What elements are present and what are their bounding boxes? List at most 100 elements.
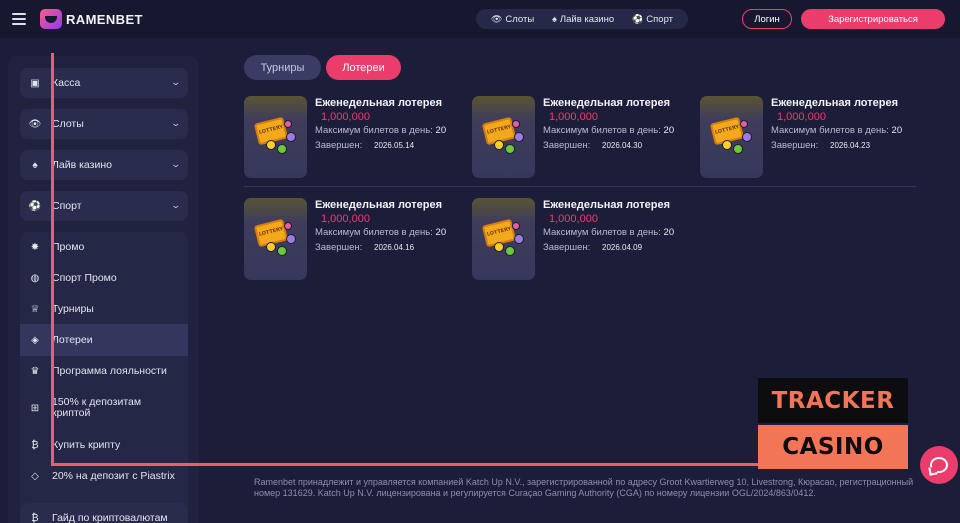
sidebar-item-buy-crypto[interactable]: ₿ Купить крипту: [20, 434, 188, 456]
login-button[interactable]: Логин: [742, 9, 792, 29]
sidebar-item-label: Гайд по криптовалютам: [52, 512, 168, 523]
gift-icon: ⊞: [30, 402, 40, 414]
lottery-ball-icon: [284, 222, 292, 230]
ticket-text: LOTTERY: [258, 226, 284, 238]
sidebar-item-promo[interactable]: ✸ Промо: [20, 236, 188, 258]
lottery-ball-icon: [266, 140, 276, 150]
menu-icon[interactable]: [12, 13, 26, 25]
chevron-down-icon: ⌄: [170, 200, 182, 210]
lottery-thumbnail[interactable]: LOTTERY: [472, 198, 535, 280]
sidebar-group-label: Касса: [52, 77, 81, 89]
lottery-ball-icon: [733, 144, 743, 154]
sidebar-item-label: Турниры: [52, 303, 94, 315]
lottery-ball-icon: [277, 246, 287, 256]
nav-slots[interactable]: 👁 Слоты: [491, 14, 534, 25]
chevron-down-icon: ⌄: [170, 118, 182, 128]
lottery-end-date: 2026.04.30: [602, 141, 643, 150]
sidebar-item-piastrix[interactable]: ◇ 20% на депозит с Piastrix: [20, 465, 188, 487]
lottery-end-date: 2026.04.16: [374, 243, 415, 252]
sidebar-group-label: Спорт: [52, 200, 82, 212]
lottery-end-date: 2026.04.09: [602, 243, 643, 252]
sidebar-item-label: Спорт Промо: [52, 272, 117, 284]
ramen-bowl-icon: [40, 9, 62, 29]
row-divider: [244, 186, 916, 187]
max-tickets-value: 20: [663, 125, 675, 136]
lottery-ball-icon: [722, 140, 732, 150]
lottery-thumbnail[interactable]: LOTTERY: [700, 96, 763, 178]
slots-icon: 👁: [490, 13, 503, 24]
top-header: RAMENBET 👁 Слоты ♠ Лайв казино ⚽ Спорт Л…: [0, 0, 960, 38]
register-button[interactable]: Зарегистрироваться: [801, 9, 945, 29]
lottery-card[interactable]: LOTTERY Еженедельная лотерея 1,000,000 М…: [472, 198, 692, 280]
max-tickets-label: Максимум билетов в день:: [315, 125, 433, 136]
lottery-card[interactable]: LOTTERY Еженедельная лотерея 1,000,000 М…: [244, 198, 464, 280]
lottery-prize: 1,000,000: [321, 111, 370, 123]
lottery-ball-icon: [514, 234, 524, 244]
nav-sport[interactable]: ⚽ Спорт: [632, 14, 673, 25]
sidebar-item-label: Лотереи: [52, 334, 93, 346]
promo-icon: ✸: [30, 241, 40, 253]
max-tickets-value: 20: [663, 227, 675, 238]
lottery-card[interactable]: LOTTERY Еженедельная лотерея 1,000,000 М…: [700, 96, 920, 178]
sidebar-item-label: 20% на депозит с Piastrix: [52, 470, 175, 482]
footer-legal-text: Ramenbet принадлежит и управляется компа…: [254, 477, 914, 498]
nav-sport-label: Спорт: [646, 13, 674, 25]
bitcoin-icon: ₿: [31, 439, 39, 451]
sidebar-item-label: Промо: [52, 241, 85, 253]
lottery-prize: 1,000,000: [549, 213, 598, 225]
lottery-card[interactable]: LOTTERY Еженедельная лотерея 1,000,000 М…: [472, 96, 692, 178]
max-tickets-label: Максимум билетов в день:: [543, 227, 661, 238]
sidebar-item-sport-promo[interactable]: ◍ Спорт Промо: [20, 267, 188, 289]
overlay-line-vertical: [51, 53, 54, 466]
ticket-text: LOTTERY: [486, 124, 512, 136]
sidebar-item-tournaments[interactable]: ♕ Турниры: [20, 298, 188, 320]
lottery-max-tickets: Максимум билетов в день: 20: [543, 125, 674, 136]
label-line-2: криптой: [52, 407, 91, 419]
overlay-line-horizontal: [51, 463, 758, 466]
sport-icon: ⚽: [28, 200, 42, 212]
lottery-title: Еженедельная лотерея: [315, 199, 443, 211]
lottery-title: Еженедельная лотерея: [315, 97, 443, 109]
chat-button[interactable]: [920, 446, 958, 484]
sidebar-item-label: Программа лояльности: [52, 365, 167, 377]
sidebar-item-crypto-bonus[interactable]: ⊞ 150% к депозитам криптой: [20, 395, 188, 421]
lottery-ball-icon: [494, 242, 504, 252]
lottery-end-date: 2026.05.14: [374, 141, 415, 150]
sidebar-item-lotteries[interactable]: ◈ Лотереи: [20, 324, 188, 356]
sidebar-item-crypto-guide[interactable]: ₿ Гайд по криптовалютам: [20, 503, 188, 523]
max-tickets-value: 20: [435, 125, 447, 136]
lottery-end-label: Завершен:: [543, 242, 591, 253]
lottery-ball-icon: [286, 234, 296, 244]
lottery-ball-icon: [742, 132, 752, 142]
lottery-thumbnail[interactable]: LOTTERY: [244, 198, 307, 280]
sidebar-item-loyalty[interactable]: ♛ Программа лояльности: [20, 360, 188, 382]
lottery-ball-icon: [284, 120, 292, 128]
chevron-down-icon: ⌄: [170, 159, 182, 169]
lottery-end-label: Завершен:: [315, 140, 363, 151]
casino-watermark: CASINO: [758, 425, 908, 469]
lottery-max-tickets: Максимум билетов в день: 20: [315, 125, 446, 136]
sidebar-group-live-casino[interactable]: ♠ Лайв казино ⌄: [20, 150, 188, 180]
sidebar-group-sport[interactable]: ⚽ Спорт ⌄: [20, 191, 188, 221]
ticket-icon: ◈: [31, 334, 39, 346]
crown-icon: ♛: [30, 365, 40, 377]
live-casino-icon: ♠: [32, 159, 38, 171]
ticket-text: LOTTERY: [486, 226, 512, 238]
sidebar-group-cashier[interactable]: ▣ Касса ⌄: [20, 68, 188, 98]
nav-live-casino[interactable]: ♠ Лайв казино: [552, 14, 614, 25]
logo[interactable]: RAMENBET: [40, 9, 143, 29]
logo-text: RAMENBET: [66, 11, 143, 27]
tab-tournaments[interactable]: Турниры: [244, 55, 321, 80]
lottery-card[interactable]: LOTTERY Еженедельная лотерея 1,000,000 М…: [244, 96, 464, 178]
lottery-thumbnail[interactable]: LOTTERY: [472, 96, 535, 178]
sidebar-group-slots[interactable]: 👁 Слоты ⌄: [20, 109, 188, 139]
lottery-thumbnail[interactable]: LOTTERY: [244, 96, 307, 178]
wallet-icon: ▣: [30, 77, 40, 89]
sidebar-item-label: 150% к депозитам криптой: [52, 397, 141, 419]
piastrix-icon: ◇: [31, 470, 39, 482]
lottery-ball-icon: [514, 132, 524, 142]
max-tickets-value: 20: [435, 227, 447, 238]
nav-live-casino-label: Лайв казино: [559, 13, 615, 25]
tab-lotteries[interactable]: Лотереи: [326, 55, 401, 80]
lottery-end-label: Завершен:: [315, 242, 363, 253]
